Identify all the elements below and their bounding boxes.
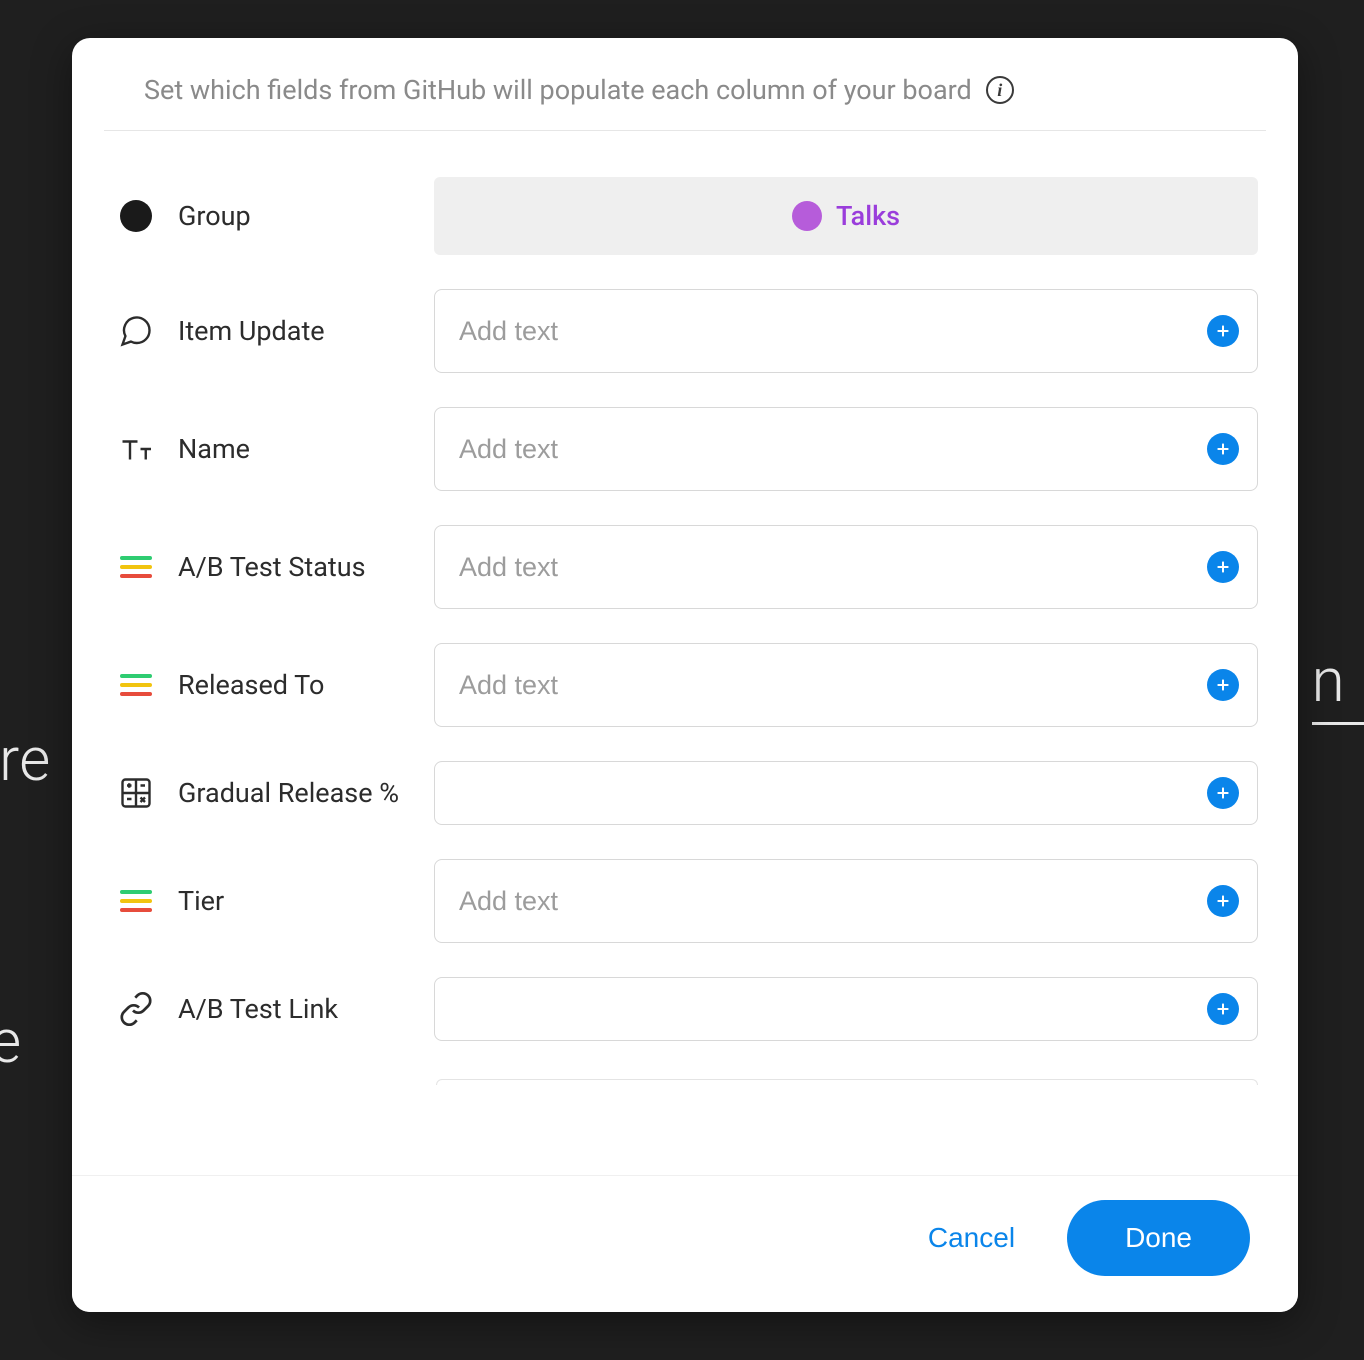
field-row-ab-test-link: A/B Test Link: [104, 969, 1266, 1049]
text-input-tier[interactable]: [434, 859, 1258, 943]
add-button[interactable]: [1207, 669, 1239, 701]
add-button[interactable]: [1207, 551, 1239, 583]
bg-text-line: l re: [0, 718, 51, 802]
field-row-tier: Tier: [104, 851, 1266, 951]
bg-text-line: n it: [1312, 645, 1364, 725]
add-button[interactable]: [1207, 993, 1239, 1025]
circle-icon: [116, 196, 156, 236]
group-selector[interactable]: Talks: [434, 177, 1258, 255]
modal-description: Set which fields from GitHub will popula…: [144, 74, 972, 106]
text-input[interactable]: [459, 434, 1195, 465]
add-button[interactable]: [1207, 777, 1239, 809]
add-button[interactable]: [1207, 433, 1239, 465]
text-input[interactable]: [459, 994, 1195, 1025]
text-type-icon: [116, 429, 156, 469]
field-row-item-update: Item Update: [104, 281, 1266, 381]
field-label: Gradual Release %: [178, 777, 399, 809]
field-row-gradual-release: Gradual Release %: [104, 753, 1266, 833]
field-label: Released To: [178, 669, 324, 701]
text-input[interactable]: [459, 670, 1195, 701]
cancel-button[interactable]: Cancel: [928, 1222, 1015, 1254]
status-lines-icon: [116, 881, 156, 921]
field-label: A/B Test Status: [178, 551, 366, 583]
field-mapping-modal: Set which fields from GitHub will popula…: [72, 38, 1298, 1312]
text-input-ab-test-link[interactable]: [434, 977, 1258, 1041]
done-button[interactable]: Done: [1067, 1200, 1250, 1276]
modal-body: Group Talks Item Update: [72, 131, 1298, 1175]
field-row-ab-test-status: A/B Test Status: [104, 517, 1266, 617]
group-color-dot: [792, 201, 822, 231]
text-input[interactable]: [459, 316, 1195, 347]
status-lines-icon: [116, 547, 156, 587]
modal-footer: Cancel Done: [72, 1175, 1298, 1312]
field-label: A/B Test Link: [178, 993, 338, 1025]
speech-bubble-icon: [116, 311, 156, 351]
field-row-name: Name: [104, 399, 1266, 499]
modal-header: Set which fields from GitHub will popula…: [104, 54, 1266, 131]
text-input-gradual-release[interactable]: [434, 761, 1258, 825]
text-input-released-to[interactable]: [434, 643, 1258, 727]
group-row: Group Talks: [104, 169, 1266, 263]
add-button[interactable]: [1207, 885, 1239, 917]
text-input[interactable]: [459, 552, 1195, 583]
info-icon[interactable]: i: [986, 76, 1014, 104]
group-selected-name: Talks: [836, 200, 900, 232]
text-input-item-update[interactable]: [434, 289, 1258, 373]
text-input[interactable]: [459, 778, 1195, 809]
field-label: Tier: [178, 885, 224, 917]
field-label: Name: [178, 433, 250, 465]
group-label-col: Group: [112, 196, 434, 236]
bg-text-line: re: [0, 1000, 51, 1084]
background-text-left: l re re: [0, 550, 51, 1168]
next-field-peek: [436, 1079, 1258, 1085]
field-row-released-to: Released To: [104, 635, 1266, 735]
add-button[interactable]: [1207, 315, 1239, 347]
text-input-ab-test-status[interactable]: [434, 525, 1258, 609]
text-input-name[interactable]: [434, 407, 1258, 491]
field-label: Item Update: [178, 315, 325, 347]
group-label: Group: [178, 200, 251, 232]
text-input[interactable]: [459, 886, 1195, 917]
status-lines-icon: [116, 665, 156, 705]
calculator-icon: [116, 773, 156, 813]
group-value-col: Talks: [434, 177, 1258, 255]
link-icon: [116, 989, 156, 1029]
